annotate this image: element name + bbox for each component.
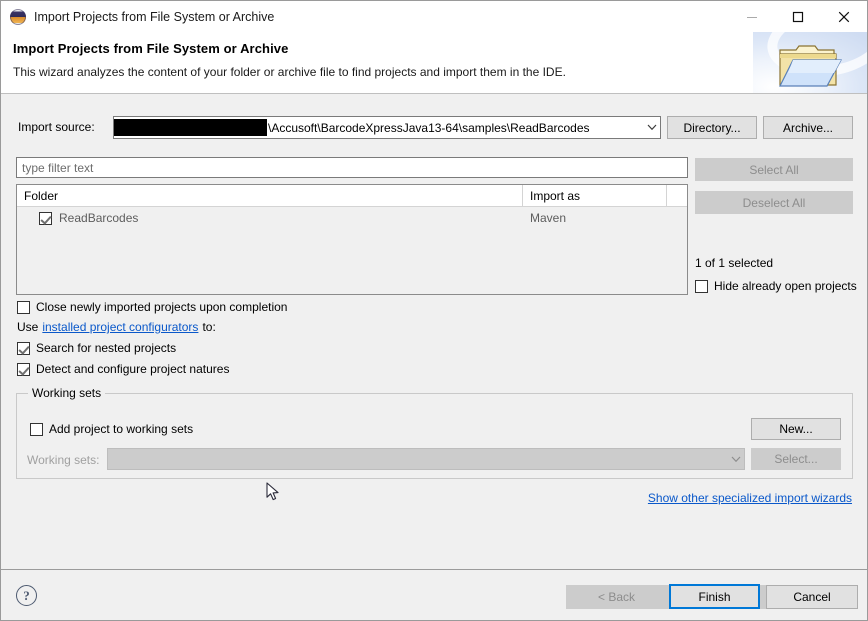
close-button[interactable]: [821, 1, 867, 32]
filter-placeholder: type filter text: [22, 161, 93, 175]
import-wizard-dialog: Import Projects from File System or Arch…: [0, 0, 868, 621]
search-nested-label: Search for nested projects: [36, 341, 176, 355]
filter-input[interactable]: type filter text: [16, 157, 688, 178]
search-nested-checkbox[interactable]: [17, 342, 30, 355]
use-prefix-label: Use: [17, 320, 38, 334]
column-header-spacer: [667, 185, 687, 206]
column-header-folder[interactable]: Folder: [17, 185, 523, 206]
deselect-all-button[interactable]: Deselect All: [695, 191, 853, 214]
show-other-wizards-link[interactable]: Show other specialized import wizards: [648, 491, 852, 505]
configurators-row: Use installed project configurators to:: [17, 320, 216, 334]
hide-open-projects-checkbox[interactable]: [695, 280, 708, 293]
add-to-working-sets-checkbox[interactable]: [30, 423, 43, 436]
window-title: Import Projects from File System or Arch…: [34, 10, 274, 24]
select-working-set-button[interactable]: Select...: [751, 448, 841, 470]
back-button[interactable]: < Back: [566, 585, 667, 609]
window-controls: [729, 1, 867, 32]
chevron-down-icon[interactable]: [643, 117, 660, 138]
working-sets-combo[interactable]: [107, 448, 745, 470]
projects-table[interactable]: Folder Import as ReadBarcodes Maven: [16, 184, 688, 295]
new-working-set-button[interactable]: New...: [751, 418, 841, 440]
maximize-button[interactable]: [775, 1, 821, 32]
close-imported-checkbox[interactable]: [17, 301, 30, 314]
table-body: ReadBarcodes Maven: [17, 207, 687, 229]
mouse-cursor: [266, 482, 280, 502]
working-sets-group-title: Working sets: [28, 386, 105, 400]
archive-button[interactable]: Archive...: [763, 116, 853, 139]
close-imported-row[interactable]: Close newly imported projects upon compl…: [17, 300, 287, 314]
banner-artwork: [753, 32, 867, 93]
directory-button[interactable]: Directory...: [667, 116, 757, 139]
column-header-import-as[interactable]: Import as: [523, 185, 667, 206]
folder-icon: [777, 44, 843, 88]
add-to-working-sets-row[interactable]: Add project to working sets: [30, 422, 193, 436]
page-title: Import Projects from File System or Arch…: [13, 41, 288, 56]
help-icon[interactable]: ?: [16, 585, 37, 606]
table-header-row: Folder Import as: [17, 185, 687, 207]
import-source-value: \Accusoft\BarcodeXpressJava13-64\samples…: [267, 121, 590, 135]
wizard-banner: Import Projects from File System or Arch…: [1, 32, 867, 94]
hide-open-projects-row[interactable]: Hide already open projects: [695, 279, 857, 293]
table-row[interactable]: ReadBarcodes Maven: [17, 207, 687, 229]
working-sets-combo-label: Working sets:: [27, 453, 99, 467]
redacted-path-prefix: [113, 119, 267, 136]
page-description: This wizard analyzes the content of your…: [13, 65, 566, 79]
import-source-label: Import source:: [18, 120, 95, 134]
table-cell-import-as: Maven: [523, 207, 667, 229]
add-to-working-sets-label: Add project to working sets: [49, 422, 193, 436]
title-bar: Import Projects from File System or Arch…: [1, 1, 867, 32]
hide-open-projects-label: Hide already open projects: [714, 279, 857, 293]
select-all-button[interactable]: Select All: [695, 158, 853, 181]
search-nested-row[interactable]: Search for nested projects: [17, 341, 176, 355]
installed-project-configurators-link[interactable]: installed project configurators: [42, 320, 198, 334]
finish-button[interactable]: Finish: [669, 584, 760, 609]
import-source-combo[interactable]: \Accusoft\BarcodeXpressJava13-64\samples…: [113, 116, 661, 139]
detect-natures-label: Detect and configure project natures: [36, 362, 229, 376]
selection-status: 1 of 1 selected: [695, 256, 773, 270]
working-sets-chevron-down-icon[interactable]: [727, 449, 744, 469]
cancel-button[interactable]: Cancel: [766, 585, 858, 609]
use-suffix-label: to:: [202, 320, 215, 334]
footer-separator: [1, 569, 867, 570]
eclipse-icon: [10, 9, 26, 25]
detect-natures-checkbox[interactable]: [17, 363, 30, 376]
table-cell-folder-label: ReadBarcodes: [59, 211, 138, 225]
detect-natures-row[interactable]: Detect and configure project natures: [17, 362, 229, 376]
row-checkbox[interactable]: [39, 212, 52, 225]
close-imported-label: Close newly imported projects upon compl…: [36, 300, 287, 314]
minimize-button[interactable]: [729, 1, 775, 32]
table-cell-folder[interactable]: ReadBarcodes: [17, 207, 523, 229]
